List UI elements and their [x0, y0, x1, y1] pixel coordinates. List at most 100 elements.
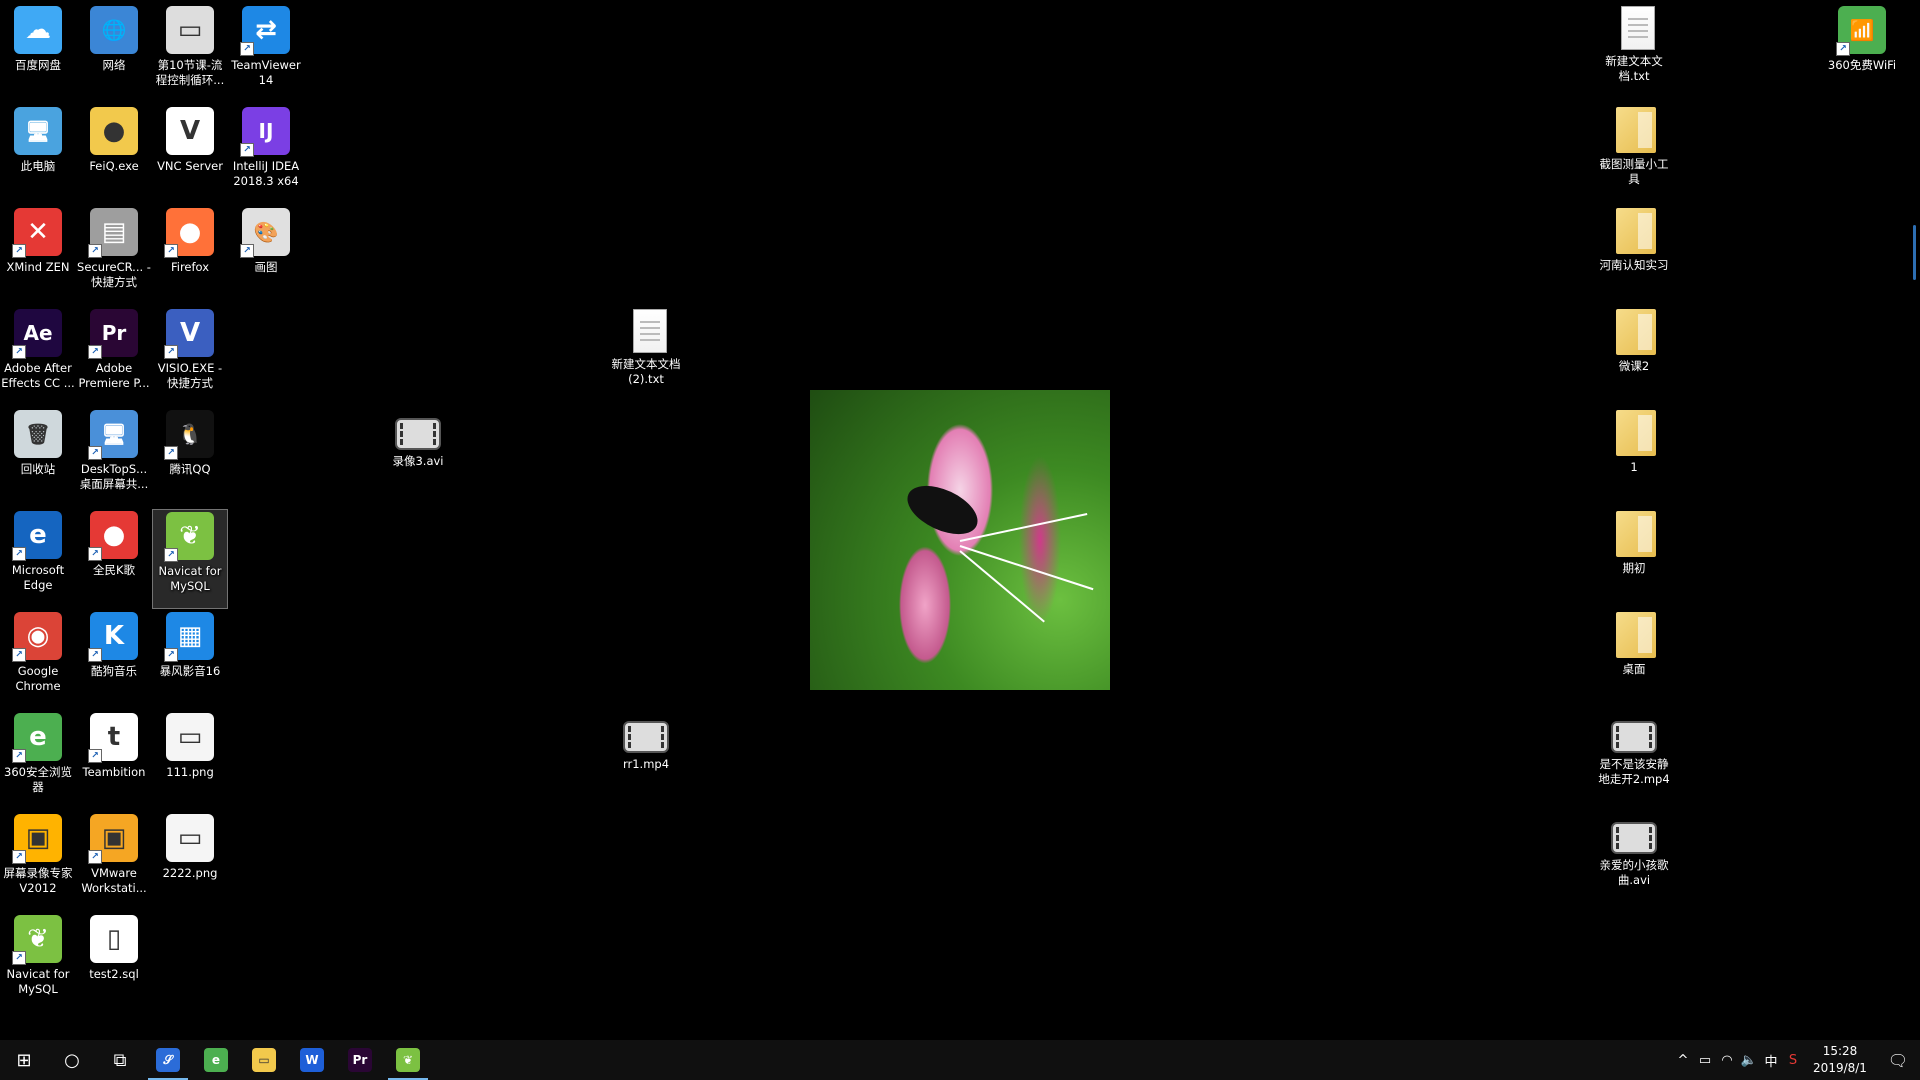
desktop-icon-screenrec[interactable]: ▣ ↗ 屏幕录像专家 V2012: [0, 812, 76, 912]
taskbar-feather-app[interactable]: 𝒮: [144, 1040, 192, 1080]
search-button[interactable]: ○: [48, 1040, 96, 1080]
desktop-icon-kugou[interactable]: K ↗ 酷狗音乐: [76, 610, 152, 710]
desktop-icon-qq[interactable]: 🐧 ↗ 腾讯QQ: [152, 408, 228, 508]
desktop-icon-edge[interactable]: e ↗ Microsoft Edge: [0, 509, 76, 609]
desktop-icon-newtxt2[interactable]: 新建文本文档 (2).txt: [608, 307, 684, 407]
mp4leave-icon: [1611, 721, 1657, 753]
network-icon: 🌐: [90, 6, 138, 54]
desktop-icon-teamviewer[interactable]: ⇄ ↗ TeamViewer 14: [228, 4, 304, 104]
desktop-icon-test2sql[interactable]: ▯ test2.sql: [76, 913, 152, 1013]
desktop-icon-label: 腾讯QQ: [169, 462, 211, 476]
taskbar-premiere-app[interactable]: Pr: [336, 1040, 384, 1080]
shortcut-arrow-icon: ↗: [12, 345, 26, 359]
desktop-icon-baidu[interactable]: ☁ 百度网盘: [0, 4, 76, 104]
desktop-icon-navicat2[interactable]: ❦ ↗ Navicat for MySQL: [0, 913, 76, 1013]
desktop-icon-network[interactable]: 🌐 网络: [76, 4, 152, 104]
taskbar-wps-app[interactable]: W: [288, 1040, 336, 1080]
volume-icon[interactable]: 🔈: [1738, 1053, 1760, 1068]
taskbar-navicat-app[interactable]: ❦: [384, 1040, 432, 1080]
input-language[interactable]: 中: [1760, 1051, 1782, 1070]
desktop-icon-chrome[interactable]: ◉ ↗ Google Chrome: [0, 610, 76, 710]
windows-start-icon: ⊞: [16, 1049, 32, 1071]
desktop-icon-feiq[interactable]: ● FeiQ.exe: [76, 105, 152, 205]
chrome-icon: ◉ ↗: [12, 612, 62, 662]
desktop-icon-label: IntelliJ IDEA 2018.3 x64: [232, 159, 300, 188]
teamviewer-icon: ⇄ ↗: [240, 6, 290, 56]
desktop-icon-recycle[interactable]: 🗑 回收站: [0, 408, 76, 508]
shortcut-arrow-icon: ↗: [12, 648, 26, 662]
taskbar-file-explorer-app[interactable]: ▭: [240, 1040, 288, 1080]
desktop-icon-label: Adobe Premiere P...: [78, 361, 150, 390]
desktop-icon-qichu[interactable]: 期初: [1596, 509, 1672, 609]
desktop-icon-xmind[interactable]: ✕ ↗ XMind ZEN: [0, 206, 76, 306]
desktop-icon-label: 录像3.avi: [392, 454, 444, 468]
desktop-icon-label: 桌面: [1622, 662, 1646, 676]
desktop-icon-securecrt[interactable]: ▤ ↗ SecureCR... - 快捷方式: [76, 206, 152, 306]
tray-chevron-icon[interactable]: ^: [1672, 1053, 1694, 1068]
battery-icon[interactable]: ▭: [1694, 1053, 1716, 1068]
desktop-icon-label: XMind ZEN: [6, 260, 70, 274]
shortcut-arrow-icon: ↗: [164, 548, 178, 562]
desktop-icon-rr1[interactable]: rr1.mp4: [608, 711, 684, 811]
desktop-icon-360browser[interactable]: e ↗ 360安全浏览器: [0, 711, 76, 811]
desktop-icon-folder1[interactable]: 1: [1596, 408, 1672, 508]
shortcut-arrow-icon: ↗: [12, 951, 26, 965]
desktop-icon-wifi360[interactable]: 📶 ↗ 360免费WiFi: [1824, 4, 1900, 104]
desktop-icon-weike2[interactable]: 微课2: [1596, 307, 1672, 407]
feiq-icon: ●: [90, 107, 138, 155]
desktop-icon-teambition[interactable]: t ↗ Teambition: [76, 711, 152, 811]
desktop-icon-label: FeiQ.exe: [89, 159, 139, 173]
desktop-icon-label: VISIO.EXE - 快捷方式: [157, 361, 223, 390]
start-button[interactable]: ⊞: [0, 1040, 48, 1080]
desktop-icon-ae[interactable]: Ae ↗ Adobe After Effects CC ...: [0, 307, 76, 407]
newtxt-icon: [1620, 6, 1655, 50]
notification-center-icon[interactable]: 🗨: [1876, 1051, 1920, 1070]
desktop-icon-newtxt[interactable]: 新建文本文档.txt: [1596, 4, 1672, 104]
task-view-button[interactable]: ⧉: [96, 1040, 144, 1080]
desktop-icon-screenshot-tool[interactable]: 截图测量小工具: [1596, 105, 1672, 205]
desktop-icon-desktop-folder[interactable]: 桌面: [1596, 610, 1672, 710]
stamen: [959, 512, 1088, 542]
desktop-icon-vnc[interactable]: V VNC Server: [152, 105, 228, 205]
desktop-icon-firefox[interactable]: ● ↗ Firefox: [152, 206, 228, 306]
desktop-icon-paint[interactable]: 🎨 ↗ 画图: [228, 206, 304, 306]
desktop-icon-lesson[interactable]: ▭ 第10节课-流程控制循环...: [152, 4, 228, 104]
shortcut-arrow-icon: ↗: [88, 850, 102, 864]
desktop-icon-label: 此电脑: [20, 159, 56, 173]
shortcut-arrow-icon: ↗: [88, 547, 102, 561]
screenrec-icon: ▣ ↗: [12, 814, 62, 864]
desktop[interactable]: ☁ 百度网盘 🌐 网络 ▭ 第10节课-流程控制循环... ⇄ ↗ TeamViewer 14 🖥…: [0, 0, 1920, 1040]
network-icon[interactable]: ◠: [1716, 1053, 1738, 1068]
test2sql-icon: ▯: [90, 915, 138, 963]
desktop-icon-avi3[interactable]: 录像3.avi: [380, 408, 456, 508]
desktop-icon-thispc[interactable]: 🖥 此电脑: [0, 105, 76, 205]
desktop-icon-desktops[interactable]: 🖥 ↗ DeskTopS... 桌面屏幕共...: [76, 408, 152, 508]
desktop-icon-png111[interactable]: ▭ 111.png: [152, 711, 228, 811]
clock[interactable]: 15:28 2019/8/1: [1804, 1043, 1876, 1077]
shortcut-arrow-icon: ↗: [88, 749, 102, 763]
wifi360-icon: 📶 ↗: [1836, 6, 1886, 56]
desktop-icon-navicat1[interactable]: ❦ ↗ Navicat for MySQL: [152, 509, 228, 609]
desktop-icon-visio[interactable]: V ↗ VISIO.EXE - 快捷方式: [152, 307, 228, 407]
pinned-apps: 𝒮e ▭ W Pr ❦: [144, 1040, 432, 1080]
sogou-ime-icon[interactable]: S: [1782, 1053, 1804, 1068]
desktop-icon-avikids[interactable]: 亲爱的小孩歌曲.avi: [1596, 812, 1672, 912]
clock-date: 2019/8/1: [1813, 1061, 1867, 1075]
navicat-app-icon: ❦: [396, 1048, 420, 1072]
desktop-icon-baofeng[interactable]: ▦ ↗ 暴风影音16: [152, 610, 228, 710]
teambition-icon: t ↗: [88, 713, 138, 763]
desktop-icon-idea[interactable]: IJ ↗ IntelliJ IDEA 2018.3 x64: [228, 105, 304, 205]
desktop-icon-vmware[interactable]: ▣ ↗ VMware Workstati...: [76, 812, 152, 912]
baidu-icon: ☁: [14, 6, 62, 54]
shortcut-arrow-icon: ↗: [164, 244, 178, 258]
desktop-icon-mp4leave[interactable]: 是不是该安静地走开2.mp4: [1596, 711, 1672, 811]
desktop-icon-henan[interactable]: 河南认知实习: [1596, 206, 1672, 306]
desktops-icon: 🖥 ↗: [88, 410, 138, 460]
taskbar-360-browser-app[interactable]: e: [192, 1040, 240, 1080]
desktop-icon-pr[interactable]: Pr ↗ Adobe Premiere P...: [76, 307, 152, 407]
desktop-icon-label: Adobe After Effects CC ...: [1, 361, 75, 390]
desktop-icon-png2222[interactable]: ▭ 2222.png: [152, 812, 228, 912]
flower-photo: [810, 390, 1110, 690]
desktop-icon-kge[interactable]: ● ↗ 全民K歌: [76, 509, 152, 609]
securecrt-icon: ▤ ↗: [88, 208, 138, 258]
